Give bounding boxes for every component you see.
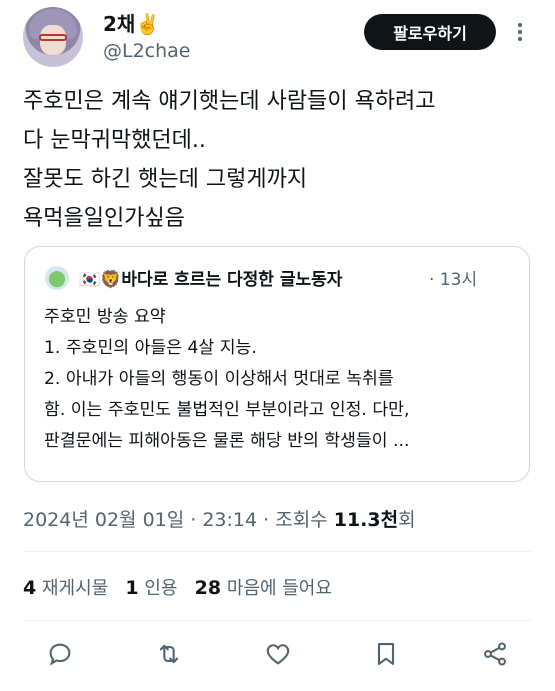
avatar-glasses [39,34,67,41]
tweet-meta: 2024년 02월 01일 · 23:14 · 조회수 11.3천회 [23,505,416,532]
quotes-stat[interactable]: 1 인용 [125,577,178,599]
divider [23,551,533,552]
retweets-label: 재게시물 [41,578,109,599]
retweets-stat[interactable]: 4 재게시물 [23,577,109,599]
bookmark-icon[interactable] [372,640,404,672]
quoted-tweet-text: 주호민 방송 요약 1. 주호민의 아들은 4살 지능. 2. 아내가 아들의 … [44,307,410,451]
quoted-author-avatar [45,266,69,290]
more-vertical-icon[interactable] [508,18,532,46]
quoted-time: · 13시 [429,270,478,290]
share-icon[interactable] [481,640,513,672]
author-display-name[interactable]: 2채✌️ [103,8,160,37]
author-avatar[interactable] [23,7,83,67]
quotes-label: 인용 [144,578,178,599]
likes-stat[interactable]: 28 마음에 들어요 [194,577,332,599]
follow-button[interactable]: 팔로우하기 [364,14,496,50]
likes-count: 28 [194,577,222,599]
like-icon[interactable] [264,640,296,672]
likes-label: 마음에 들어요 [226,578,332,599]
author-handle[interactable]: @L2chae [103,40,191,62]
retweets-count: 4 [23,577,37,599]
quotes-count: 1 [125,577,139,599]
repost-icon[interactable] [155,640,187,672]
view-count: 11.3천 [333,509,399,531]
quoted-tweet-card[interactable]: 🇰🇷🦁바다로 흐르는 다정한 글노동자 · 13시 주호민 방송 요약 1. 주… [24,246,530,482]
divider [23,620,533,621]
engagement-stats: 4 재게시물 1 인용 28 마음에 들어요 [23,574,332,600]
tweet-text: 주호민은 계속 얘기햇는데 사람들이 욕하려고 다 눈막귀막했던데.. 잘못도 … [23,89,436,231]
view-suffix: 회 [398,509,416,531]
reply-icon[interactable] [46,640,78,672]
tweet-timestamp[interactable]: 2024년 02월 01일 · 23:14 · 조회수 [23,509,328,531]
quoted-author-name: 🇰🇷🦁바다로 흐르는 다정한 글노동자 [79,270,343,290]
